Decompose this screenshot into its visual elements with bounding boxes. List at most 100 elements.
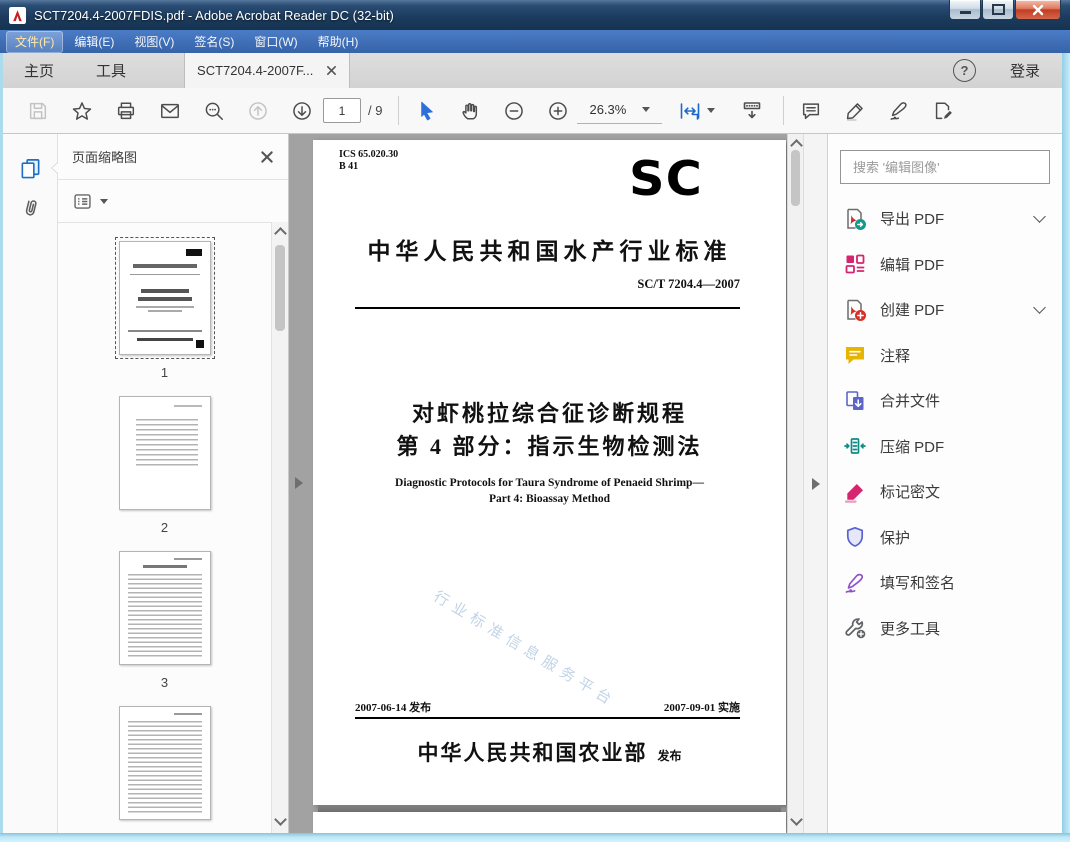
tool-item[interactable]: 标记密文	[828, 469, 1062, 515]
toolbar-separator	[783, 96, 785, 125]
implementation-date: 2007-09-01 实施	[663, 702, 740, 714]
zoom-level-dropdown[interactable]: 26.3%	[577, 98, 663, 124]
printer-icon	[117, 101, 135, 119]
tab-close-icon[interactable]	[326, 65, 337, 76]
menu-item[interactable]: 帮助(H)	[309, 31, 368, 53]
thumbnail-item[interactable]: 2	[115, 392, 215, 535]
page-gap-shadow	[318, 805, 781, 812]
hand-tool-button[interactable]	[455, 96, 485, 126]
tool-item[interactable]: 保护	[828, 515, 1062, 561]
search-icon	[205, 102, 223, 120]
convert-button[interactable]	[928, 96, 958, 126]
thumbnail-item[interactable]: 1	[114, 237, 215, 380]
issue-date: 2007-06-14 发布	[355, 702, 432, 714]
window-title: SCT7204.4-2007FDIS.pdf - Adobe Acrobat R…	[34, 7, 394, 23]
highlight-button[interactable]	[840, 96, 870, 126]
tab-home[interactable]: 主页	[3, 53, 75, 88]
tool-item[interactable]: 压缩 PDF	[828, 424, 1062, 470]
tab-document[interactable]: SCT7204.4-2007F...	[184, 53, 351, 88]
close-button[interactable]	[1015, 0, 1061, 20]
scrollbar-thumb[interactable]	[275, 245, 285, 331]
tool-item[interactable]: 编辑 PDF	[828, 242, 1062, 288]
fit-width-button[interactable]	[678, 99, 716, 123]
adobe-reader-app-icon	[9, 6, 26, 24]
print-button[interactable]	[111, 96, 141, 126]
scroll-down-icon[interactable]	[274, 813, 287, 826]
maximize-button[interactable]	[982, 0, 1014, 20]
collapse-panel-handle[interactable]	[295, 477, 303, 489]
tool-item[interactable]: 创建 PDF	[828, 287, 1062, 333]
export-pdf-icon	[843, 207, 867, 231]
attachments-rail-button[interactable]	[3, 188, 58, 228]
star-icon	[72, 101, 92, 120]
previous-page-button[interactable]	[243, 96, 273, 126]
publisher: 中华人民共和国农业部	[417, 741, 648, 765]
standard-number: SC/T 7204.4—2007	[637, 277, 740, 291]
tools-search-input[interactable]	[851, 158, 1039, 176]
thumbnail-page-number: 2	[160, 520, 169, 535]
tool-item[interactable]: 填写和签名	[828, 560, 1062, 606]
favorites-button[interactable]	[67, 96, 97, 126]
caret-down-icon	[707, 108, 716, 113]
pdf-page-2-edge	[313, 812, 786, 833]
tools-panel: 导出 PDF 编辑 PDF 创建 PDF 注释	[827, 134, 1062, 833]
chevron-down-icon	[1033, 209, 1046, 223]
select-tool-button[interactable]	[411, 96, 441, 126]
menu-item[interactable]: 文件(F)	[6, 30, 64, 53]
thumbnail-page-number: 1	[160, 365, 169, 380]
minimize-icon	[959, 11, 971, 14]
page-display-button[interactable]	[737, 96, 767, 126]
tool-item[interactable]: 更多工具	[828, 606, 1062, 652]
paperclip-icon	[25, 200, 37, 216]
tool-item[interactable]: 合并文件	[828, 378, 1062, 424]
zoom-in-button[interactable]	[543, 96, 573, 126]
scrolling-mode-icon	[744, 101, 761, 118]
comment-button[interactable]	[796, 96, 826, 126]
scroll-up-icon[interactable]	[274, 227, 287, 240]
menu-item[interactable]: 窗口(W)	[245, 31, 306, 53]
tool-item[interactable]: 注释	[828, 333, 1062, 379]
hand-icon	[462, 102, 478, 120]
menu-item[interactable]: 编辑(E)	[65, 31, 123, 53]
menu-item[interactable]: 签名(S)	[185, 31, 243, 53]
fountain-pen-icon	[890, 101, 907, 120]
maximize-icon	[991, 4, 1005, 15]
expand-panel-handle[interactable]	[811, 477, 820, 490]
highlighter-icon	[847, 102, 864, 121]
redact-icon	[843, 480, 867, 504]
page-number-input[interactable]	[323, 98, 361, 123]
thumbnail-item[interactable]: 4	[115, 702, 215, 833]
menu-item[interactable]: 视图(V)	[125, 31, 183, 53]
help-icon[interactable]: ?	[952, 59, 976, 82]
panel-close-icon[interactable]	[260, 150, 274, 164]
thumbnail-page-preview	[118, 396, 211, 510]
save-button[interactable]	[23, 96, 53, 126]
zoom-out-button[interactable]	[499, 96, 529, 126]
sc-logo: SC	[629, 152, 703, 207]
thumbnail-options-icon[interactable]	[72, 191, 93, 212]
navigation-rail	[3, 134, 59, 833]
pointer-icon	[421, 101, 433, 121]
caret-down-icon[interactable]	[100, 198, 108, 204]
comment-note-icon	[843, 343, 867, 367]
login-button[interactable]: 登录	[1010, 60, 1040, 81]
thumbnail-page-preview	[118, 551, 211, 665]
create-pdf-icon	[843, 298, 867, 322]
page-thumbnails-rail-button[interactable]	[3, 148, 59, 188]
toolbar-separator	[398, 96, 400, 125]
thumbnail-item[interactable]: 3	[115, 547, 215, 690]
fill-sign-toolbar-button[interactable]	[884, 96, 914, 126]
search-button[interactable]	[199, 96, 229, 126]
minimize-button[interactable]	[949, 0, 981, 20]
tab-tools[interactable]: 工具	[75, 53, 147, 88]
thumbnail-scrollbar[interactable]	[271, 222, 288, 833]
scroll-down-icon[interactable]	[790, 813, 803, 826]
document-scrollbar[interactable]	[787, 134, 803, 833]
email-button[interactable]	[155, 96, 185, 126]
next-page-button[interactable]	[287, 96, 317, 126]
thumbnail-page-number: 3	[160, 675, 169, 690]
more-tools-icon	[843, 616, 867, 640]
tool-item[interactable]: 导出 PDF	[828, 196, 1062, 242]
document-title-en-line1: Diagnostic Protocols for Taura Syndrome …	[395, 477, 704, 489]
scrollbar-thumb[interactable]	[791, 150, 800, 206]
